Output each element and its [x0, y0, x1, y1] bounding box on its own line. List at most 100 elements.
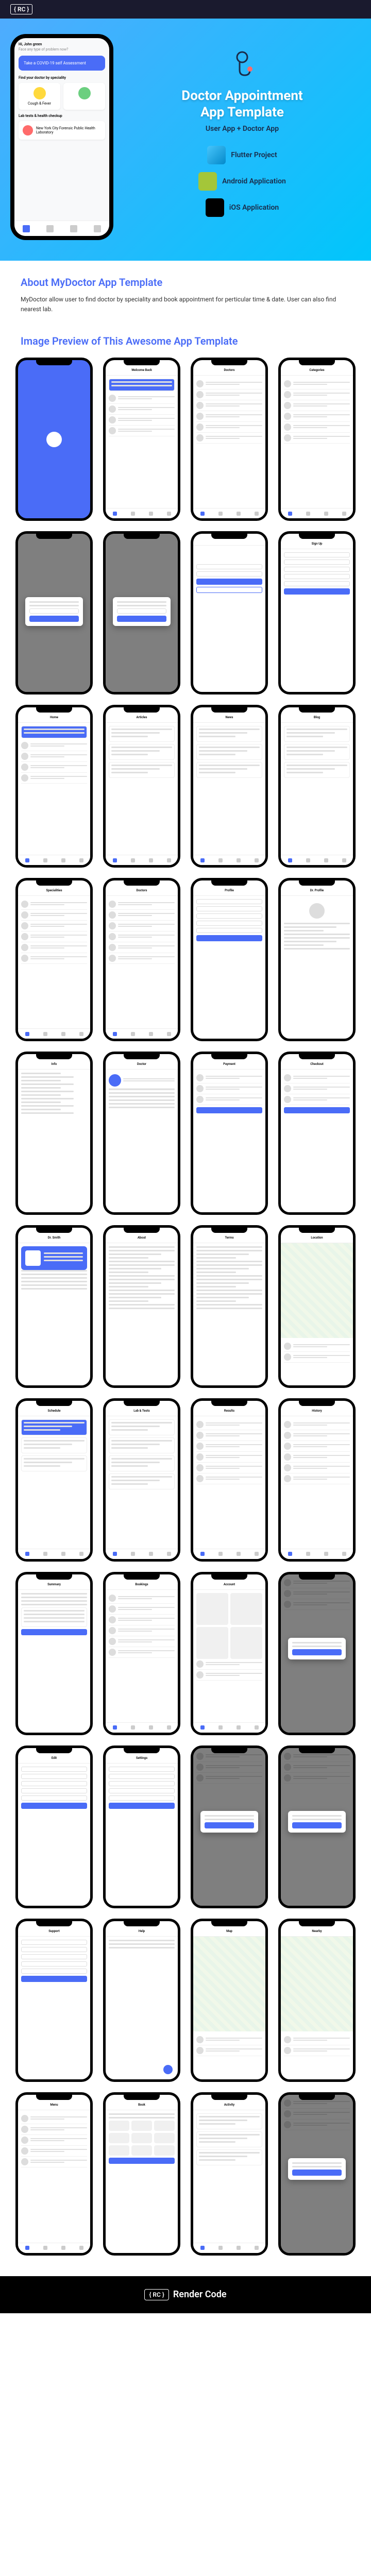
phone-screen: Checkout: [281, 1054, 353, 1212]
phone-mockup: News: [191, 705, 268, 868]
phone-mockup: Specialities: [15, 878, 93, 1041]
nav-icon: [70, 225, 77, 232]
phone-mockup: Results: [191, 1398, 268, 1562]
nav-icon: [46, 225, 54, 232]
phone-screen: Edit: [18, 1748, 90, 1906]
phone-screen: Profile: [193, 880, 265, 1039]
phone-mockup: Doctor: [103, 1052, 180, 1215]
phone-mockup: Summary: [15, 1572, 93, 1735]
phone-screen: [281, 1748, 353, 1906]
phone-mockup: Blog: [278, 705, 356, 868]
phone-mockup: [103, 531, 180, 694]
lab-title: Lab tests & health checkup: [19, 114, 105, 118]
phone-screen: Blog: [281, 707, 353, 866]
phone-screen: [18, 534, 90, 692]
phone-screen: Map: [193, 1921, 265, 2079]
specialty-row: Cough & Fever: [19, 83, 105, 110]
phone-screen: [281, 1574, 353, 1733]
phone-mockup: [278, 1572, 356, 1735]
phone-mockup: Checkout: [278, 1052, 356, 1215]
hero-title: Doctor Appointment App Template: [124, 88, 361, 120]
android-icon: [198, 172, 217, 191]
phone-screen: Support: [18, 1921, 90, 2079]
phone-screen: [281, 2095, 353, 2253]
phone-screen: Settings: [106, 1748, 178, 1906]
stethoscope-icon: [227, 49, 258, 80]
phone-mockup: Doctors: [191, 358, 268, 521]
phone-screen: Location: [281, 1228, 353, 1386]
phone-screen: Home: [18, 707, 90, 866]
phone-mockup: Welcome Back: [103, 358, 180, 521]
header-logo: { RC }: [10, 4, 32, 14]
phone-screen: [18, 360, 90, 518]
about-section: About MyDoctor App Template MyDoctor all…: [0, 261, 371, 330]
hero-subtitle: User App + Doctor App: [124, 125, 361, 133]
nav-home-icon: [23, 225, 30, 232]
phone-screen: Articles: [106, 707, 178, 866]
phone-mockup: Help: [103, 1919, 180, 2082]
phone-screen: Specialities: [18, 880, 90, 1039]
question-text: Face any type of problem now?: [19, 47, 105, 52]
phone-mockup: Settings: [103, 1745, 180, 1909]
phone-screen: Welcome Back: [106, 360, 178, 518]
phone-screen: Payment: [193, 1054, 265, 1212]
phone-mockup: Nearby: [278, 1919, 356, 2082]
phone-screen: Nearby: [281, 1921, 353, 2079]
phone-screen: Activity: [193, 2095, 265, 2253]
phone-screen: Menu: [18, 2095, 90, 2253]
phone-screen: Terms: [193, 1228, 265, 1386]
tech-ios-row: iOS Application: [124, 198, 361, 217]
phone-mockup: [15, 358, 93, 521]
phone-mockup: Dr. Profile: [278, 878, 356, 1041]
phone-screen: Help: [106, 1921, 178, 2079]
about-text: MyDoctor allow user to find doctor by sp…: [21, 295, 350, 314]
doctor-icon: [227, 49, 258, 80]
phone-screen: Summary: [18, 1574, 90, 1733]
lab-card: New York City Forensic Public Health Lab…: [19, 121, 105, 140]
phone-mockup: Menu: [15, 2092, 93, 2256]
phone-mockup: Lab & Tests: [103, 1398, 180, 1562]
phone-mockup: [191, 531, 268, 694]
phone-mockup: [191, 1745, 268, 1909]
phone-mockup: Schedule: [15, 1398, 93, 1562]
greeting-text: Hi, John green: [19, 42, 105, 46]
specialty-icon: [33, 87, 46, 99]
phone-mockup: Map: [191, 1919, 268, 2082]
phone-screen: History: [281, 1401, 353, 1559]
specialty-icon: [78, 87, 91, 99]
footer-logo: { RC } Render Code: [144, 2289, 226, 2300]
hero-phone-screen: Hi, John green Face any type of problem …: [14, 38, 109, 236]
preview-title: Image Preview of This Awesome App Templa…: [0, 330, 371, 358]
specialty-card: Cough & Fever: [19, 83, 60, 110]
phone-mockup: Info: [15, 1052, 93, 1215]
lab-icon: [23, 125, 33, 135]
find-doctor-title: Find your doctor by speciality: [19, 76, 105, 80]
phone-screen: Sign Up: [281, 534, 353, 692]
hero-section: Hi, John green Face any type of problem …: [0, 19, 371, 261]
tech-android-row: Android Application: [124, 172, 361, 191]
phone-mockup: Account: [191, 1572, 268, 1735]
phone-mockup: Profile: [191, 878, 268, 1041]
phone-screen: Dr. Profile: [281, 880, 353, 1039]
phone-screen: News: [193, 707, 265, 866]
phone-screen: Doctors: [193, 360, 265, 518]
phone-screen: Doctors: [106, 880, 178, 1039]
phone-mockup: Activity: [191, 2092, 268, 2256]
phone-screen: Lab & Tests: [106, 1401, 178, 1559]
top-header: { RC }: [0, 0, 371, 19]
phone-screen: Categories: [281, 360, 353, 518]
phone-mockup: Book: [103, 2092, 180, 2256]
phone-mockup: Bookings: [103, 1572, 180, 1735]
about-title: About MyDoctor App Template: [21, 276, 350, 289]
phone-mockup: Edit: [15, 1745, 93, 1909]
phone-mockup: Doctors: [103, 878, 180, 1041]
phone-mockup: [278, 2092, 356, 2256]
phone-mockup: Terms: [191, 1225, 268, 1388]
phone-screen: Book: [106, 2095, 178, 2253]
tech-flutter-row: Flutter Project: [124, 146, 361, 164]
hero-content: Doctor Appointment App Template User App…: [124, 49, 361, 224]
phone-mockup: Support: [15, 1919, 93, 2082]
hero-phone-mockup: Hi, John green Face any type of problem …: [10, 34, 113, 240]
specialty-card: [63, 83, 105, 110]
phone-screen: Results: [193, 1401, 265, 1559]
